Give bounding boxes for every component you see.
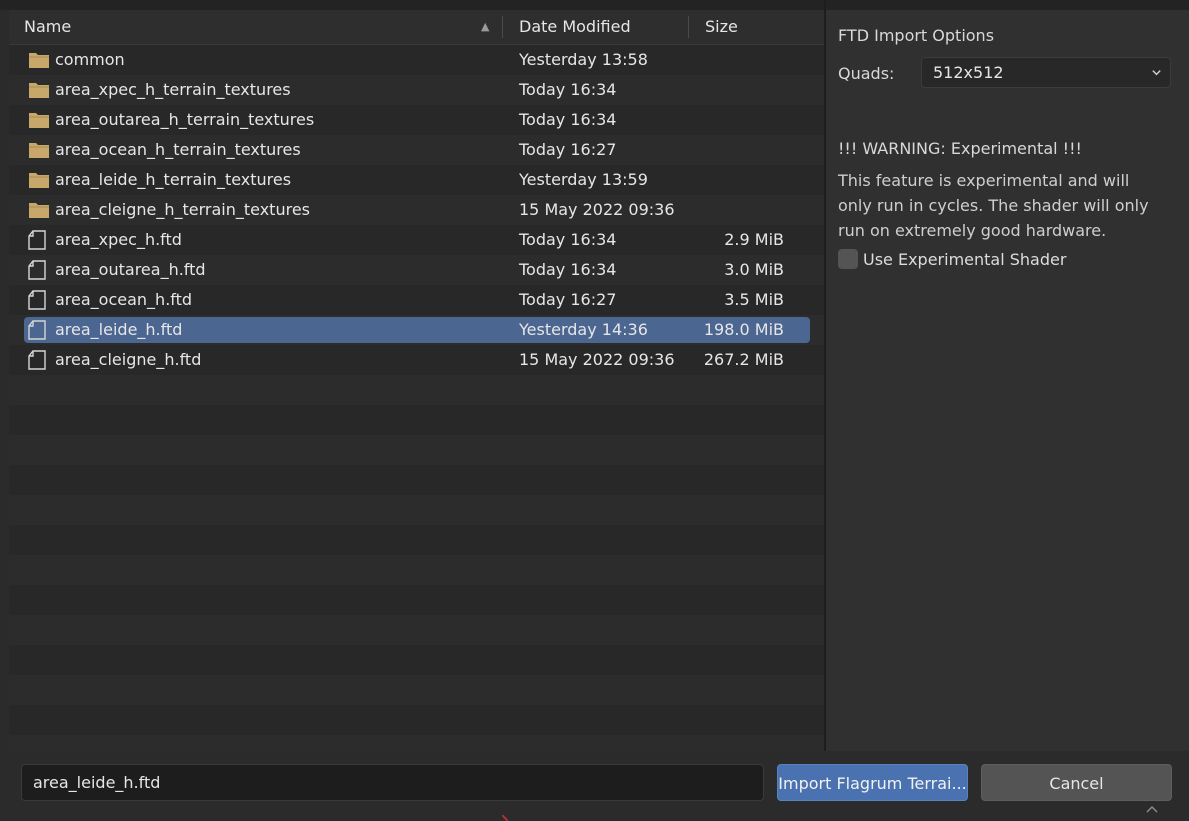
column-header: Name ▲ Date Modified Size xyxy=(9,10,824,45)
folder-icon xyxy=(29,203,49,218)
file-name: area_cleigne_h.ftd xyxy=(55,350,202,369)
file-row[interactable]: area_xpec_h.ftd Today 16:34 2.9 MiB xyxy=(24,227,810,253)
row-stripe xyxy=(9,465,824,495)
folder-row[interactable]: area_ocean_h_terrain_textures Today 16:27 xyxy=(24,137,810,163)
quads-value: 512x512 xyxy=(933,63,1004,82)
file-date: 15 May 2022 09:36 xyxy=(519,350,675,369)
row-stripe xyxy=(9,735,824,751)
file-name: area_cleigne_h_terrain_textures xyxy=(55,200,310,219)
description-line: run on extremely good hardware. xyxy=(838,221,1107,240)
folder-row[interactable]: common Yesterday 13:58 xyxy=(24,47,810,73)
file-name: area_ocean_h_terrain_textures xyxy=(55,140,301,159)
file-date: 15 May 2022 09:36 xyxy=(519,200,675,219)
quads-label: Quads: xyxy=(838,64,895,83)
row-stripe xyxy=(9,375,824,405)
file-row[interactable]: area_ocean_h.ftd Today 16:27 3.5 MiB xyxy=(24,287,810,313)
top-strip xyxy=(0,0,1189,10)
file-size: 2.9 MiB xyxy=(724,230,784,249)
folder-row[interactable]: area_leide_h_terrain_textures Yesterday 1… xyxy=(24,167,810,193)
chevron-down-icon xyxy=(1152,70,1161,76)
row-stripe xyxy=(9,555,824,585)
experimental-shader-label[interactable]: Use Experimental Shader xyxy=(863,250,1066,269)
file-name: area_xpec_h.ftd xyxy=(55,230,182,249)
column-name[interactable]: Name xyxy=(24,10,71,44)
file-row[interactable]: area_cleigne_h.ftd 15 May 2022 09:36 267.2… xyxy=(24,347,810,373)
sort-ascending-icon[interactable]: ▲ xyxy=(481,10,489,44)
row-stripe xyxy=(9,675,824,705)
folder-row[interactable]: area_xpec_h_terrain_textures Today 16:34 xyxy=(24,77,810,103)
import-button[interactable]: Import Flagrum Terrai... xyxy=(777,764,968,801)
row-stripe xyxy=(9,495,824,525)
column-separator[interactable] xyxy=(688,16,689,38)
folder-icon xyxy=(29,143,49,158)
folder-icon xyxy=(29,53,49,68)
chevron-up-icon[interactable] xyxy=(1144,804,1160,814)
row-stripe xyxy=(9,615,824,645)
row-stripe xyxy=(9,525,824,555)
folder-row[interactable]: area_outarea_h_terrain_textures Today 16:… xyxy=(24,107,810,133)
file-date: Today 16:27 xyxy=(519,140,617,159)
column-date-modified[interactable]: Date Modified xyxy=(519,10,631,44)
file-date: Yesterday 13:58 xyxy=(519,50,648,69)
file-size: 267.2 MiB xyxy=(703,350,784,369)
file-icon xyxy=(28,320,46,340)
file-name: area_outarea_h_terrain_textures xyxy=(55,110,315,129)
file-browser: Name ▲ Date Modified Size common Yesterda… xyxy=(9,10,824,751)
folder-row[interactable]: area_cleigne_h_terrain_textures 15 May 20… xyxy=(24,197,810,223)
file-name: common xyxy=(55,50,125,69)
file-icon xyxy=(28,260,46,280)
file-name: area_ocean_h.ftd xyxy=(55,290,193,309)
folder-icon xyxy=(29,113,49,128)
quads-dropdown[interactable]: 512x512 xyxy=(921,57,1171,88)
folder-icon xyxy=(29,173,49,188)
file-name: area_outarea_h.ftd xyxy=(55,260,206,279)
row-stripe xyxy=(9,585,824,615)
viewport-edge-mark xyxy=(502,815,508,821)
file-size: 198.0 MiB xyxy=(703,320,784,339)
file-date: Today 16:27 xyxy=(519,290,617,309)
file-name: area_leide_h_terrain_textures xyxy=(55,170,292,189)
row-stripe xyxy=(9,645,824,675)
import-options-panel: FTD Import Options Quads: 512x512 !!! WA… xyxy=(826,10,1189,751)
filename-field[interactable]: area_leide_h.ftd xyxy=(21,764,764,801)
bottom-bar: area_leide_h.ftd Import Flagrum Terrai..… xyxy=(0,751,1189,821)
row-stripe xyxy=(9,705,824,735)
options-title: FTD Import Options xyxy=(838,26,995,45)
file-date: Today 16:34 xyxy=(519,230,617,249)
file-date: Today 16:34 xyxy=(519,80,617,99)
column-separator[interactable] xyxy=(502,16,503,38)
row-stripe xyxy=(9,435,824,465)
cancel-button[interactable]: Cancel xyxy=(981,764,1172,801)
file-date: Today 16:34 xyxy=(519,110,617,129)
file-size: 3.0 MiB xyxy=(724,260,784,279)
filename-value: area_leide_h.ftd xyxy=(33,773,161,792)
file-list: common Yesterday 13:58 area_xpec_h_terrain… xyxy=(9,45,824,751)
file-name: area_xpec_h_terrain_textures xyxy=(55,80,291,99)
file-date: Today 16:34 xyxy=(519,260,617,279)
file-row[interactable]: area_leide_h.ftd Yesterday 14:36 198.0 MiB xyxy=(24,317,810,343)
warning-description: This feature is experimental and will on… xyxy=(838,168,1168,243)
warning-text: !!! WARNING: Experimental !!! xyxy=(838,139,1082,158)
description-line: only run in cycles. The shader will only xyxy=(838,196,1149,215)
file-name: area_leide_h.ftd xyxy=(55,320,183,339)
file-icon xyxy=(28,290,46,310)
row-stripe xyxy=(9,405,824,435)
experimental-shader-checkbox[interactable] xyxy=(838,249,858,269)
file-row[interactable]: area_outarea_h.ftd Today 16:34 3.0 MiB xyxy=(24,257,810,283)
column-size[interactable]: Size xyxy=(705,10,738,44)
file-date: Yesterday 13:59 xyxy=(519,170,648,189)
file-size: 3.5 MiB xyxy=(724,290,784,309)
folder-icon xyxy=(29,83,49,98)
file-icon xyxy=(28,350,46,370)
description-line: This feature is experimental and will xyxy=(838,171,1130,190)
file-icon xyxy=(28,230,46,250)
file-date: Yesterday 14:36 xyxy=(519,320,648,339)
